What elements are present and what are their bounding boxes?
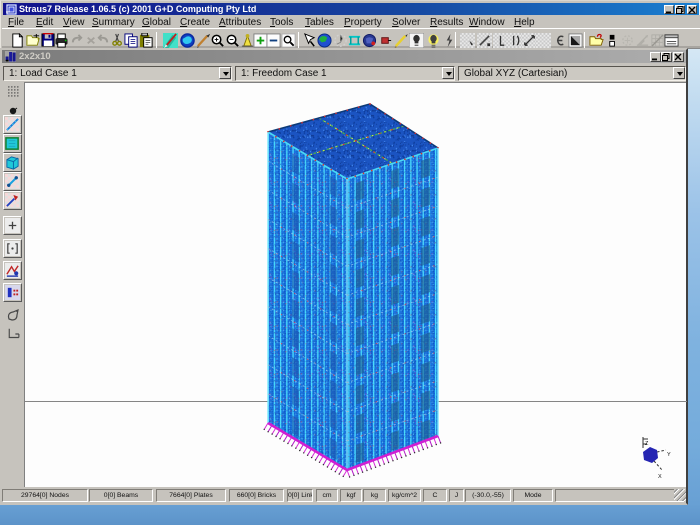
svg-text:Z: Z [645, 441, 649, 447]
svg-text:Y: Y [667, 452, 671, 458]
svg-text:X: X [658, 474, 662, 480]
